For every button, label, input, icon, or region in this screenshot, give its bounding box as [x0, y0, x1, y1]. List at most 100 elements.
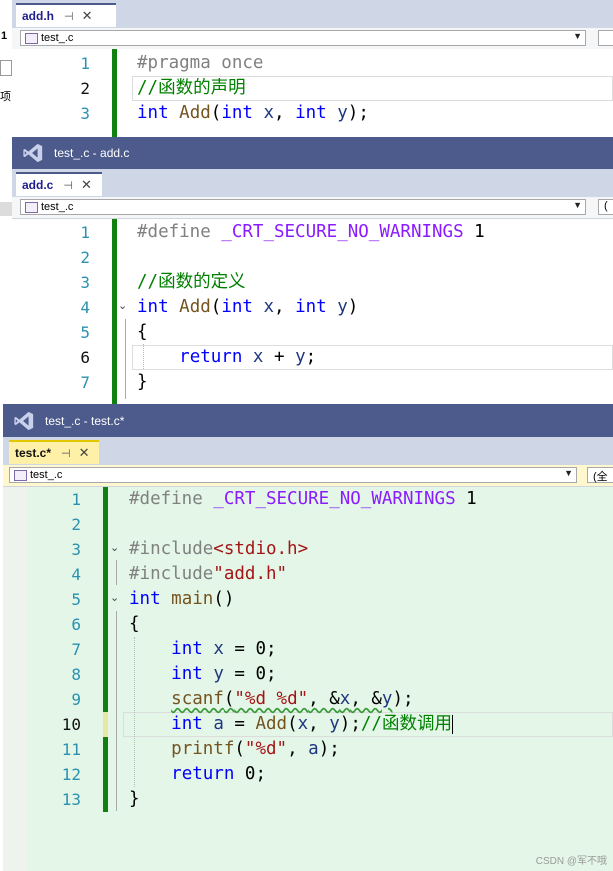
code-line[interactable]: int Add(int x, int y) [137, 295, 358, 320]
code-token: y [381, 689, 393, 709]
code-token: #define [129, 489, 214, 509]
code-token: int [129, 589, 161, 609]
code-line[interactable]: #include"add.h" [129, 562, 287, 587]
line-number: 5 [80, 323, 90, 342]
unsaved-change-bar [103, 712, 108, 737]
code-line[interactable]: //函数的声明 [137, 76, 246, 101]
tab-label: add.h [22, 9, 54, 23]
line-number: 1 [80, 54, 90, 73]
code-token: int [137, 297, 169, 317]
code-editor[interactable]: 1 #define _CRT_SECURE_NO_WARNINGS 1 2 3 #inc… [3, 487, 613, 871]
partial-dropdown[interactable] [0, 60, 12, 76]
code-token: = [223, 714, 256, 734]
line-number: 4 [80, 298, 90, 317]
code-token: x [252, 347, 264, 367]
project-icon [25, 201, 38, 213]
code-token: 1 [455, 489, 477, 509]
fold-guide-include [116, 560, 117, 585]
code-token: ( [223, 689, 235, 709]
scope-dropdown[interactable]: (全 [587, 467, 613, 483]
code-token: #define [137, 222, 222, 242]
code-token: ); [392, 689, 414, 709]
code-line[interactable]: { [129, 612, 140, 637]
line-number: 6 [80, 348, 90, 367]
pin-icon[interactable]: ⊣ [63, 179, 73, 192]
code-token: { [129, 614, 140, 634]
title-bar[interactable]: test_.c - add.c [12, 137, 613, 169]
code-line[interactable]: #define _CRT_SECURE_NO_WARNINGS 1 [129, 487, 477, 512]
code-line[interactable]: #include<stdio.h> [129, 537, 308, 562]
code-token: = 0; [223, 639, 277, 659]
code-token: ); [318, 739, 340, 759]
code-line[interactable]: int main() [129, 587, 234, 612]
code-line[interactable]: //函数的定义 [137, 270, 246, 295]
project-dropdown[interactable]: test_.c ▼ [20, 30, 586, 46]
tab-add-h[interactable]: add.h ⊣ ✕ [16, 3, 116, 27]
collapse-include-chevron-icon[interactable]: ⌄ [110, 541, 119, 554]
code-token: //函数的定义 [137, 272, 246, 292]
code-token: int [171, 639, 203, 659]
code-line[interactable]: return 0; [129, 762, 266, 787]
code-editor[interactable]: 1 #pragma once 2//函数的声明 3 int Add(int x, int… [12, 49, 613, 145]
code-line[interactable]: #define _CRT_SECURE_NO_WARNINGS 1 [137, 220, 485, 245]
code-token: return [179, 347, 243, 367]
scope-dropdown[interactable] [598, 30, 613, 46]
close-tab-icon[interactable]: ✕ [79, 445, 90, 461]
code-line[interactable]: return x + y; [137, 345, 316, 370]
code-line[interactable]: } [129, 787, 140, 812]
code-token: ; [305, 347, 317, 367]
close-tab-icon[interactable]: ✕ [82, 8, 93, 24]
line-number: 3 [71, 540, 81, 559]
code-token: , [274, 297, 296, 317]
code-line[interactable]: #pragma once [137, 51, 263, 76]
change-bar [103, 487, 108, 712]
collapse-main-chevron-icon[interactable]: ⌄ [110, 591, 119, 604]
line-number: 10 [61, 715, 81, 734]
code-token: int [137, 103, 169, 123]
code-token: ( [210, 103, 222, 123]
line-number: 3 [80, 273, 90, 292]
project-dropdown[interactable]: test_.c ▼ [20, 199, 586, 215]
code-line[interactable]: int y = 0; [129, 662, 276, 687]
line-number: 2 [80, 79, 90, 98]
tab-strip: add.h ⊣ ✕ [12, 0, 613, 28]
code-line[interactable]: scanf("%d %d", &x, &y); [129, 687, 414, 712]
pin-icon[interactable]: ⊣ [64, 10, 74, 23]
collapse-chevron-icon[interactable]: ⌄ [118, 299, 127, 312]
code-line[interactable]: } [137, 370, 148, 395]
navigation-bar: test_.c ▼ (全 [3, 465, 613, 487]
code-line[interactable]: int Add(int x, int y); [137, 101, 369, 126]
title-bar[interactable]: test_.c - test.c* [3, 404, 613, 437]
code-token: x [263, 297, 275, 317]
code-editor[interactable]: 1 #define _CRT_SECURE_NO_WARNINGS 1 2 3//函数… [12, 219, 613, 407]
code-token: 0; [234, 764, 266, 784]
watermark: CSDN @军不哦 [535, 856, 607, 867]
project-icon [14, 469, 27, 481]
code-token: _CRT_SECURE_NO_WARNINGS [221, 222, 464, 242]
code-token: main [171, 589, 214, 609]
scope-dropdown[interactable]: ( [598, 199, 613, 215]
pin-icon[interactable]: ⊣ [61, 447, 71, 460]
code-token: "add.h" [213, 564, 288, 584]
text-caret [451, 714, 453, 734]
code-token: scanf [171, 689, 224, 709]
tab-label: test.c* [15, 446, 52, 460]
code-line[interactable]: int a = Add(x, y);//函数调用 [129, 712, 453, 737]
code-line[interactable]: printf("%d", a); [129, 737, 340, 762]
code-token: #include [129, 564, 214, 584]
code-token: "%d" [244, 739, 288, 759]
code-line[interactable]: int x = 0; [129, 637, 277, 662]
code-line[interactable]: { [137, 320, 148, 345]
project-dropdown[interactable]: test_.c ▼ [9, 467, 577, 483]
tab-test-c[interactable]: test.c* ⊣ ✕ [9, 440, 99, 464]
tab-add-c[interactable]: add.c ⊣ ✕ [16, 172, 102, 196]
code-token: return [171, 764, 235, 784]
left-margin-strip [3, 487, 27, 871]
close-tab-icon[interactable]: ✕ [81, 177, 92, 193]
